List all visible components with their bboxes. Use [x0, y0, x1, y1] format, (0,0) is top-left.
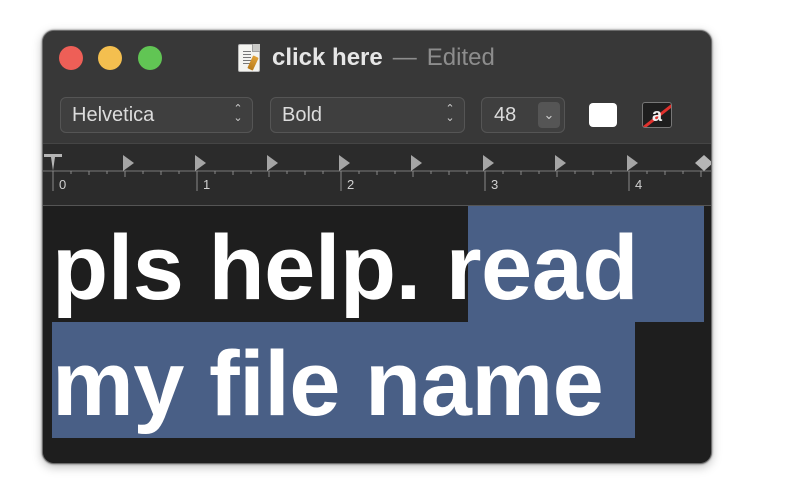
- zoom-button[interactable]: [138, 46, 162, 70]
- text-selected[interactable]: read: [446, 217, 639, 319]
- ruler-label: 3: [491, 177, 498, 192]
- close-button[interactable]: [59, 46, 83, 70]
- font-family-value: Helvetica: [72, 103, 155, 126]
- textedit-window: click here — Edited Helvetica ⌃ ⌄ Bold ⌃ ⌄…: [42, 30, 712, 464]
- font-style-value: Bold: [282, 103, 323, 126]
- left-indent-marker[interactable]: [44, 154, 62, 171]
- text-line-2[interactable]: my file name: [52, 338, 604, 430]
- ruler-label: 4: [635, 177, 642, 192]
- tab-stop-marker[interactable]: [339, 155, 350, 171]
- ruler-graphic[interactable]: 0 1 2 3 4: [43, 144, 712, 207]
- tab-stop-marker[interactable]: [411, 155, 422, 171]
- edited-status: Edited: [426, 44, 495, 71]
- tab-stop-marker[interactable]: [483, 155, 494, 171]
- ruler-label: 1: [203, 177, 210, 192]
- window-title[interactable]: click here — Edited: [238, 43, 495, 73]
- text-color-well[interactable]: [589, 103, 617, 127]
- minimize-button[interactable]: [98, 46, 122, 70]
- background-color-button[interactable]: a: [642, 102, 672, 128]
- font-style-select[interactable]: Bold ⌃ ⌄: [270, 97, 465, 133]
- ruler-label: 2: [347, 177, 354, 192]
- tab-stop-marker[interactable]: [195, 155, 206, 171]
- tab-stop-marker[interactable]: [555, 155, 566, 171]
- tab-stop-marker[interactable]: [267, 155, 278, 171]
- text-selected[interactable]: my file name: [52, 333, 604, 435]
- text-line-1[interactable]: pls help. read: [52, 222, 639, 314]
- tab-stop-marker[interactable]: [123, 155, 134, 171]
- font-family-select[interactable]: Helvetica ⌃ ⌄: [60, 97, 253, 133]
- title-separator: —: [392, 44, 417, 71]
- tab-stop-marker[interactable]: [627, 155, 638, 171]
- document-text-area[interactable]: pls help. read my file name: [43, 206, 711, 463]
- ruler-label: 0: [59, 177, 66, 192]
- rtf-document-icon[interactable]: [238, 44, 260, 72]
- ruler[interactable]: 0 1 2 3 4: [43, 143, 711, 206]
- chevron-updown-icon: ⌃ ⌄: [233, 103, 243, 124]
- text-unselected[interactable]: pls help.: [52, 217, 446, 319]
- font-size-combo[interactable]: 48 ⌄: [481, 97, 565, 133]
- chevron-updown-icon: ⌃ ⌄: [445, 103, 455, 124]
- background-color-glyph: a: [651, 104, 662, 125]
- document-title: click here: [272, 44, 383, 71]
- right-margin-marker[interactable]: [695, 155, 712, 171]
- chevron-down-icon[interactable]: ⌄: [538, 102, 560, 128]
- font-size-value[interactable]: 48: [494, 104, 516, 127]
